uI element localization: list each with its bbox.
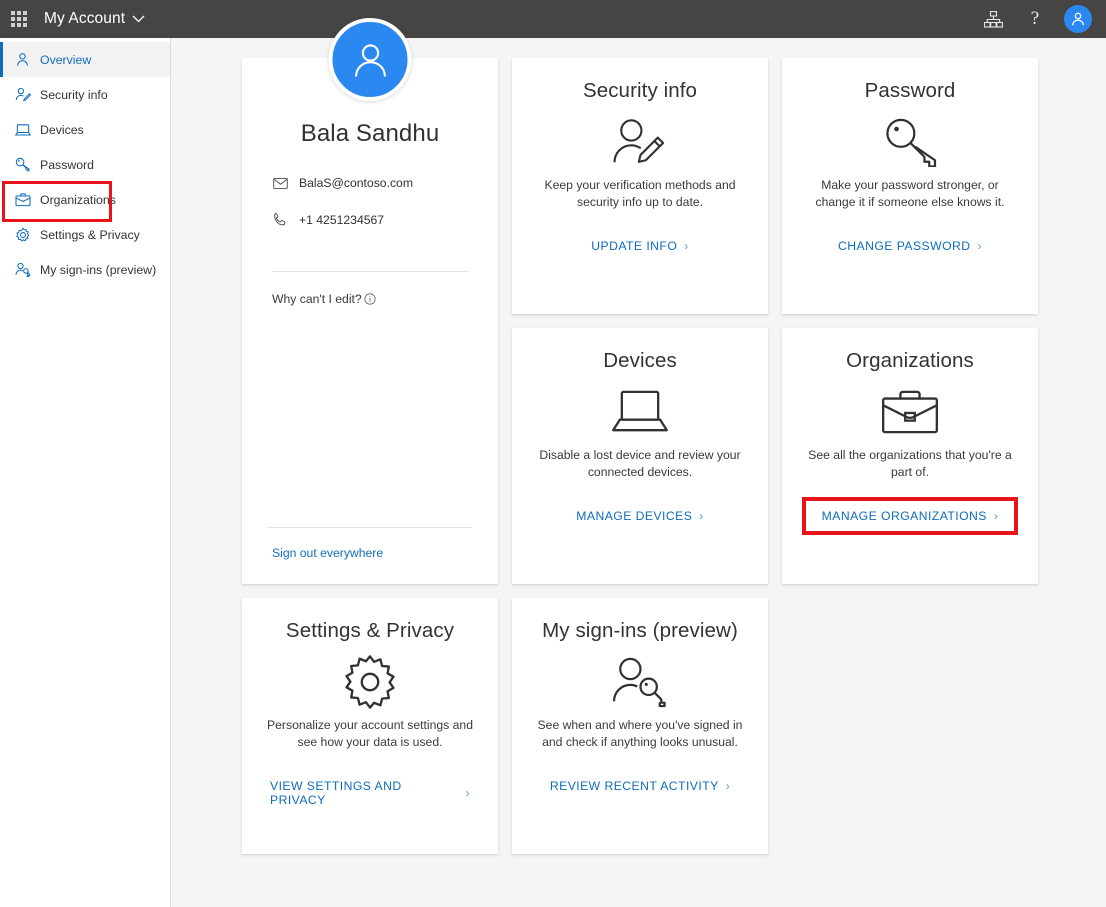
tile-devices[interactable]: Devices Disable a lost device and review… [512, 328, 768, 584]
person-key-icon [14, 261, 31, 278]
chevron-right-icon: › [684, 239, 688, 253]
tile-link-label: MANAGE ORGANIZATIONS [822, 509, 987, 523]
change-password-link[interactable]: CHANGE PASSWORD › [828, 232, 992, 260]
manage-organizations-link[interactable]: MANAGE ORGANIZATIONS › [812, 502, 1009, 530]
profile-name: Bala Sandhu [268, 120, 472, 148]
tile-title: Settings & Privacy [286, 620, 454, 643]
tile-link-label: UPDATE INFO [591, 239, 677, 253]
account-avatar[interactable] [1064, 5, 1092, 33]
tile-title: Organizations [846, 350, 974, 373]
sidebar-item-label: Settings & Privacy [40, 228, 140, 242]
sidebar-item-label: Security info [40, 88, 108, 102]
profile-phone: +1 4251234567 [299, 213, 384, 227]
chevron-right-icon: › [994, 509, 998, 523]
tile-title: Devices [603, 350, 677, 373]
sidebar-item-security-info[interactable]: Security info [0, 77, 170, 112]
person-edit-icon [14, 86, 31, 103]
chevron-right-icon: › [726, 779, 730, 793]
key-icon [883, 109, 937, 175]
tile-settings-privacy[interactable]: Settings & Privacy Personalize your acco… [242, 598, 498, 854]
chevron-right-icon: › [978, 239, 982, 253]
person-key-icon [612, 649, 668, 715]
sidebar-item-label: Overview [40, 53, 91, 67]
tile-my-sign-ins[interactable]: My sign-ins (preview) See when and where… [512, 598, 768, 854]
chevron-down-icon [132, 15, 145, 23]
tile-description: Keep your verification methods and secur… [533, 177, 747, 212]
envelope-icon [273, 178, 289, 189]
tile-description: See all the organizations that you're a … [803, 447, 1017, 482]
tile-description: Make your password stronger, or change i… [803, 177, 1017, 212]
sidebar-item-label: Devices [40, 123, 84, 137]
profile-footer: Sign out everywhere [268, 527, 472, 562]
laptop-icon [14, 121, 31, 138]
chevron-right-icon: › [466, 786, 470, 800]
main-content: Bala Sandhu BalaS@contoso.com [172, 38, 1106, 907]
tile-title: Security info [583, 80, 697, 103]
tile-title: Password [865, 80, 956, 103]
tile-description: Personalize your account settings and se… [263, 717, 477, 752]
laptop-icon [611, 379, 669, 445]
sidebar-item-overview[interactable]: Overview [0, 42, 170, 77]
sidebar-item-label: Organizations [40, 193, 116, 207]
profile-email-row: BalaS@contoso.com [268, 176, 472, 190]
brand-label: My Account [44, 10, 125, 28]
info-circle-icon [364, 293, 376, 305]
tile-title: My sign-ins (preview) [542, 620, 738, 643]
profile-divider [272, 271, 468, 272]
sidebar-navigation: Overview Security info Devices [0, 38, 171, 907]
why-cant-i-edit-link[interactable]: Why can't I edit? [268, 292, 472, 306]
top-navigation-bar: My Account ? [0, 0, 1106, 38]
gear-icon [14, 226, 31, 243]
profile-email: BalaS@contoso.com [299, 176, 413, 190]
tile-description: Disable a lost device and review your co… [533, 447, 747, 482]
tile-link-label: VIEW SETTINGS AND PRIVACY [270, 779, 459, 807]
profile-card: Bala Sandhu BalaS@contoso.com [242, 58, 498, 584]
overview-tile-grid: Bala Sandhu BalaS@contoso.com [242, 58, 1038, 854]
help-icon[interactable]: ? [1022, 6, 1048, 32]
gear-icon [342, 649, 398, 715]
waffle-icon [11, 11, 27, 27]
org-hierarchy-icon[interactable] [980, 6, 1006, 32]
sign-out-everywhere-link[interactable]: Sign out everywhere [268, 546, 383, 560]
manage-devices-link[interactable]: MANAGE DEVICES › [566, 502, 713, 530]
why-edit-label: Why can't I edit? [272, 292, 362, 306]
phone-icon [273, 212, 289, 227]
sidebar-item-settings-privacy[interactable]: Settings & Privacy [0, 217, 170, 252]
view-settings-privacy-link[interactable]: VIEW SETTINGS AND PRIVACY › [260, 772, 480, 814]
tile-password[interactable]: Password Make your password stronger, or… [782, 58, 1038, 314]
sidebar-item-password[interactable]: Password [0, 147, 170, 182]
brand-my-account-button[interactable]: My Account [44, 10, 145, 28]
tile-link-label: REVIEW RECENT ACTIVITY [550, 779, 719, 793]
profile-phone-row: +1 4251234567 [268, 212, 472, 227]
person-icon [14, 51, 31, 68]
sidebar-item-devices[interactable]: Devices [0, 112, 170, 147]
page-root: My Account ? [0, 0, 1106, 907]
briefcase-icon [14, 191, 31, 208]
chevron-right-icon: › [699, 509, 703, 523]
sidebar-item-label: My sign-ins (preview) [40, 263, 156, 277]
briefcase-icon [881, 379, 939, 445]
app-launcher-waffle-button[interactable] [0, 0, 38, 38]
profile-footer-divider [268, 527, 472, 528]
tile-description: See when and where you've signed in and … [533, 717, 747, 752]
tile-organizations[interactable]: Organizations See all the organizations … [782, 328, 1038, 584]
update-info-link[interactable]: UPDATE INFO › [581, 232, 698, 260]
tile-link-label: CHANGE PASSWORD [838, 239, 970, 253]
review-recent-activity-link[interactable]: REVIEW RECENT ACTIVITY › [540, 772, 740, 800]
key-icon [14, 156, 31, 173]
tile-link-label: MANAGE DEVICES [576, 509, 692, 523]
topbar-actions: ? [980, 5, 1106, 33]
tile-security-info[interactable]: Security info Keep your verification met… [512, 58, 768, 314]
profile-avatar [329, 18, 412, 101]
sidebar-item-organizations[interactable]: Organizations [0, 182, 170, 217]
person-edit-icon [612, 109, 668, 175]
sidebar-item-my-sign-ins[interactable]: My sign-ins (preview) [0, 252, 170, 287]
sidebar-item-label: Password [40, 158, 94, 172]
